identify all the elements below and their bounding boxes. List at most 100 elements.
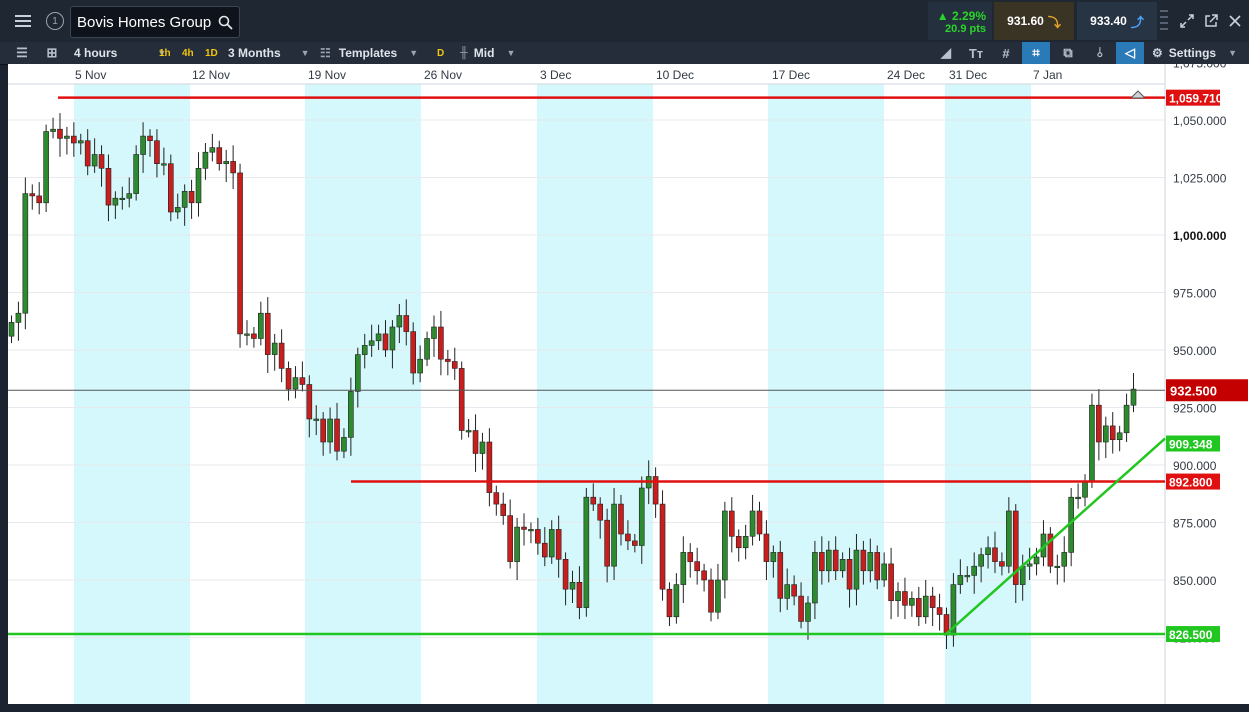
candle-body bbox=[881, 563, 887, 581]
text-tool-icon[interactable]: Tт bbox=[962, 42, 990, 64]
arrow-up-icon: ⤴ bbox=[1130, 14, 1144, 30]
candle-body bbox=[403, 315, 410, 332]
candle-body bbox=[618, 503, 624, 535]
candle-body bbox=[576, 581, 583, 608]
candle-body bbox=[902, 591, 908, 606]
candle-body bbox=[361, 345, 368, 355]
crosshair-grid-icon[interactable]: ⌗ bbox=[1022, 42, 1050, 64]
range-select[interactable]: 3 Months ▼ bbox=[228, 42, 310, 64]
candle-body bbox=[417, 358, 423, 374]
price-chart[interactable]: 5 Nov 12 Nov 19 Nov 26 Nov 3 Dec 10 Dec 17 Dec… bbox=[0, 64, 1249, 712]
candle-body bbox=[777, 552, 784, 599]
x-tick-label: 10 Dec bbox=[656, 68, 694, 82]
templates-icon: ☷ bbox=[320, 46, 331, 60]
candle-body bbox=[798, 595, 804, 622]
d-toggle[interactable]: D bbox=[437, 42, 444, 64]
y-tick-label: 850.000 bbox=[1173, 574, 1217, 588]
candle-body bbox=[548, 529, 555, 558]
candle-body bbox=[611, 503, 617, 567]
settings-button[interactable]: ⚙ Settings ▼ bbox=[1152, 42, 1237, 64]
copy-icon[interactable]: ⧉ bbox=[1054, 42, 1082, 64]
quick-interval-4h[interactable]: 4h bbox=[182, 42, 194, 64]
candle-body bbox=[320, 418, 326, 443]
candle-body bbox=[521, 526, 527, 530]
layout-grid-icon[interactable]: ⊞ bbox=[38, 42, 66, 64]
candle-body bbox=[659, 503, 666, 590]
close-icon[interactable] bbox=[1220, 6, 1249, 36]
hamburger-menu-icon[interactable] bbox=[8, 6, 38, 36]
candle-body bbox=[348, 391, 354, 438]
search-icon[interactable] bbox=[218, 15, 233, 30]
drag-handle-icon[interactable] bbox=[1157, 6, 1171, 36]
candle-body bbox=[36, 195, 43, 204]
candle-body bbox=[341, 437, 347, 452]
candle-body bbox=[22, 193, 29, 314]
candle-body bbox=[410, 331, 417, 374]
candle-body bbox=[237, 172, 243, 335]
quick-interval-1d[interactable]: 1D bbox=[205, 42, 218, 64]
candle-body bbox=[867, 552, 874, 572]
candle-body bbox=[271, 342, 278, 355]
candle-body bbox=[819, 552, 825, 572]
candle-body bbox=[888, 563, 894, 602]
candle-body bbox=[112, 197, 119, 206]
price-type-select[interactable]: ╫ Mid ▼ bbox=[460, 42, 515, 64]
templates-select[interactable]: ☷ Templates ▼ bbox=[320, 42, 418, 64]
candle-body bbox=[1019, 565, 1026, 585]
candle-body bbox=[181, 191, 188, 208]
candle-body bbox=[742, 535, 749, 549]
draw-line-icon[interactable]: ◢ bbox=[932, 42, 960, 64]
x-tick-label: 26 Nov bbox=[424, 68, 462, 82]
candle-body bbox=[278, 342, 285, 369]
current-price-label: 932.500 bbox=[1170, 383, 1217, 398]
candle-body bbox=[202, 151, 209, 169]
numbered-circle-icon[interactable]: 1 bbox=[40, 6, 70, 36]
candle-body bbox=[105, 168, 112, 206]
change-percent: ▲ 2.29% bbox=[936, 9, 986, 23]
instrument-name: Bovis Homes Group bbox=[77, 13, 212, 31]
candle-body bbox=[84, 140, 91, 167]
instrument-search-input[interactable]: Bovis Homes Group bbox=[70, 6, 240, 38]
y-tick-label: 1,050.000 bbox=[1173, 114, 1227, 128]
candle-body bbox=[625, 533, 631, 542]
candle-body bbox=[632, 540, 638, 546]
candle-body bbox=[832, 549, 839, 572]
candle-body bbox=[216, 147, 223, 165]
candle-body bbox=[223, 161, 230, 164]
candle-body bbox=[209, 147, 216, 153]
candle-body bbox=[299, 377, 306, 385]
candle-body bbox=[812, 552, 818, 604]
candle-body bbox=[1061, 552, 1068, 567]
grid-icon[interactable]: # bbox=[992, 42, 1020, 64]
indicator-icon[interactable]: ⫰ bbox=[1086, 42, 1114, 64]
y-tick-label: 975.000 bbox=[1173, 287, 1217, 301]
candle-body bbox=[964, 575, 971, 578]
list-icon[interactable]: ☰ bbox=[8, 42, 36, 64]
candle-body bbox=[1096, 404, 1102, 443]
candle-body bbox=[784, 584, 791, 599]
candle-body bbox=[1109, 425, 1116, 440]
candle-body bbox=[735, 535, 742, 549]
candle-body bbox=[140, 135, 146, 155]
candle-body bbox=[590, 496, 597, 505]
trendline-label: 909.348 bbox=[1169, 437, 1213, 451]
candle-body bbox=[264, 312, 271, 355]
candle-body bbox=[555, 529, 562, 560]
sell-price-button[interactable]: 931.60 ⤵ bbox=[994, 2, 1074, 40]
candle-body bbox=[535, 529, 541, 544]
candle-body bbox=[791, 584, 797, 597]
candle-body bbox=[666, 588, 673, 618]
templates-label: Templates bbox=[338, 46, 398, 60]
range-label: 3 Months bbox=[228, 46, 281, 60]
interval-select[interactable]: 4 hours ▼ bbox=[74, 42, 166, 64]
candle-body bbox=[638, 487, 645, 546]
quick-interval-1h[interactable]: 1h bbox=[159, 42, 171, 64]
chevron-down-icon: ▼ bbox=[1228, 48, 1238, 58]
price-label-icon[interactable]: ◁ bbox=[1116, 42, 1144, 64]
buy-price-button[interactable]: 933.40 ⤴ bbox=[1077, 2, 1157, 40]
candle-body bbox=[708, 579, 714, 613]
candle-body bbox=[354, 354, 361, 392]
candle-body bbox=[133, 154, 139, 194]
candle-body bbox=[978, 554, 984, 567]
candle-body bbox=[424, 338, 430, 360]
